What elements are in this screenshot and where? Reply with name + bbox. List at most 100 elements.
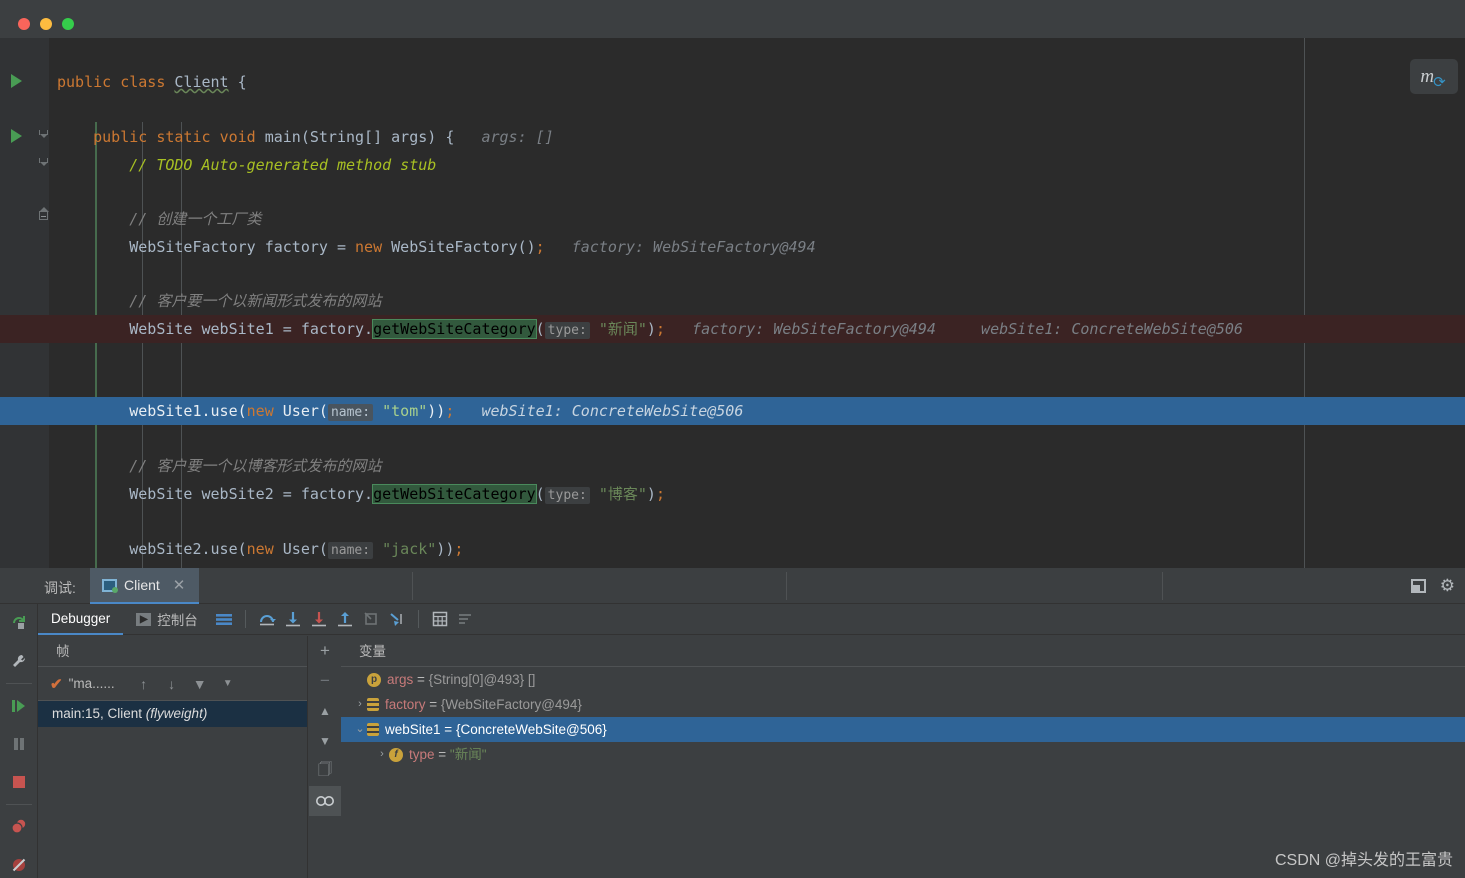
run-class-icon[interactable]	[11, 74, 22, 88]
close-tab-icon[interactable]: ✕	[173, 576, 186, 594]
thread-selector-label[interactable]: "ma......	[69, 676, 115, 691]
tab-separator	[412, 572, 413, 600]
tab-separator	[1162, 572, 1163, 600]
code-line[interactable]: public static void main(String[] args) {…	[49, 123, 1465, 151]
code-line[interactable]: WebSiteFactory factory = new WebSiteFact…	[49, 233, 1465, 261]
code-line[interactable]: WebSite webSite2 = factory.getWebSiteCat…	[49, 480, 1465, 508]
fold-gutter[interactable]	[36, 38, 49, 568]
code-line[interactable]: webSite2.use(new User(name: "jack"));	[49, 535, 1465, 563]
code-token: new	[246, 540, 283, 558]
code-line[interactable]: // 客户要一个以博客形式发布的网站	[49, 452, 1465, 480]
mute-breakpoints-icon[interactable]	[0, 846, 38, 878]
triangle-up-icon[interactable]: ▲	[309, 696, 341, 726]
window-traffic-lights	[18, 18, 74, 30]
force-step-into-icon[interactable]	[306, 604, 332, 635]
evaluate-expression-icon[interactable]	[427, 604, 453, 635]
code-token: static	[156, 128, 220, 146]
step-over-icon[interactable]	[254, 604, 280, 635]
code-token: WebSiteFactory factory =	[57, 238, 356, 256]
triangle-down-icon[interactable]: ▼	[309, 726, 341, 756]
code-token: public	[57, 73, 121, 91]
code-line[interactable]: // 创建一个工厂类	[49, 205, 1465, 233]
copy-icon[interactable]: 🗍	[309, 756, 341, 786]
filter-icon[interactable]	[453, 604, 479, 635]
step-out-icon[interactable]	[332, 604, 358, 635]
run-to-cursor-icon[interactable]	[384, 604, 410, 635]
chevron-down-icon[interactable]: ▼	[217, 678, 239, 689]
application-icon	[102, 578, 118, 593]
object-icon	[367, 698, 379, 711]
frame-row[interactable]: main:15, Client (flyweight)	[38, 701, 307, 727]
code-text-area[interactable]: public class Client { public static void…	[0, 38, 1465, 568]
variable-value: "新闻"	[449, 747, 487, 762]
variable-row[interactable]: p args = {String[0]@493} []	[341, 667, 1465, 692]
maximize-window-button[interactable]	[62, 18, 74, 30]
tab-console[interactable]: ▶ 控制台	[123, 604, 211, 635]
check-icon: ✔	[50, 675, 63, 693]
code-token: "jack"	[373, 540, 437, 558]
debugger-toolbar: Debugger ▶ 控制台	[38, 604, 1465, 635]
divider	[417, 610, 419, 628]
step-into-icon[interactable]	[280, 604, 306, 635]
field-icon: f	[389, 747, 403, 762]
code-token: args: []	[454, 128, 554, 146]
minimize-window-button[interactable]	[40, 18, 52, 30]
variable-name: webSite1	[385, 722, 441, 737]
gear-icon[interactable]: ⚙	[1440, 577, 1455, 594]
minus-icon[interactable]: −	[309, 666, 341, 696]
variables-tree[interactable]: p args = {String[0]@493} [] › factory = {We…	[341, 667, 1465, 767]
debug-window-label: 调试:	[44, 580, 76, 596]
code-line[interactable]: webSite1.use(new User(name: "tom")); web…	[0, 397, 1465, 425]
code-line[interactable]: // TODO Auto-generated method stub	[49, 151, 1465, 179]
refresh-icon: ⟳	[1433, 73, 1446, 91]
watches-icon[interactable]	[309, 786, 341, 816]
code-line[interactable]: WebSite webSite1 = factory.getWebSiteCat…	[0, 315, 1465, 343]
code-token: name:	[327, 404, 374, 421]
arrow-up-icon[interactable]: ↑	[133, 676, 155, 692]
chevron-right-icon[interactable]: ›	[375, 742, 389, 767]
drop-frame-icon[interactable]	[358, 604, 384, 635]
code-line[interactable]: // 客户要一个以新闻形式发布的网站	[49, 287, 1465, 315]
maven-reload-button[interactable]: m ⟳	[1410, 59, 1458, 94]
plus-icon[interactable]: +	[309, 636, 341, 666]
run-method-icon[interactable]	[11, 129, 22, 143]
fold-region-end-icon[interactable]	[39, 207, 49, 220]
variable-equals: =	[425, 697, 441, 712]
variable-row[interactable]: ⌄ webSite1 = {ConcreteWebSite@506}	[341, 717, 1465, 742]
tab-debugger[interactable]: Debugger	[38, 604, 124, 635]
code-token: ;	[655, 320, 665, 338]
run-gutter[interactable]	[0, 38, 36, 568]
code-token: ;	[454, 540, 464, 558]
funnel-icon[interactable]: ▼	[189, 676, 211, 692]
variable-row[interactable]: › factory = {WebSiteFactory@494}	[341, 692, 1465, 717]
variable-row[interactable]: › f type = "新闻"	[341, 742, 1465, 767]
code-token: webSite1: ConcreteWebSite@506	[454, 402, 744, 420]
code-token: type:	[544, 322, 590, 339]
debug-session-tab-client[interactable]: Client ✕	[90, 568, 200, 604]
rerun-icon[interactable]	[0, 604, 38, 642]
frame-list[interactable]: main:15, Client (flyweight)	[38, 701, 307, 727]
chevron-right-icon[interactable]: ›	[353, 692, 367, 717]
fold-region-icon[interactable]	[39, 158, 48, 166]
code-line[interactable]: public class Client {	[49, 68, 1465, 96]
wrench-icon[interactable]	[0, 642, 38, 680]
code-token: User(	[282, 540, 328, 558]
resume-program-icon[interactable]	[0, 687, 38, 725]
layout-icon[interactable]	[211, 604, 237, 635]
code-token: factory: WebSiteFactory@494	[544, 238, 816, 256]
code-editor[interactable]: public class Client { public static void…	[0, 38, 1465, 568]
close-window-button[interactable]	[18, 18, 30, 30]
pause-program-icon[interactable]	[0, 725, 38, 763]
chevron-down-icon[interactable]: ⌄	[353, 717, 367, 742]
debug-session-tab-label: Client	[124, 577, 160, 593]
restore-layout-icon[interactable]	[1410, 578, 1426, 593]
code-token: "tom"	[373, 402, 428, 420]
fold-region-start-icon[interactable]	[39, 130, 48, 138]
view-breakpoints-icon[interactable]	[0, 808, 38, 846]
frames-controls: ✔ "ma...... ↑ ↓ ▼ ▼	[38, 667, 307, 701]
arrow-down-icon[interactable]: ↓	[161, 676, 183, 692]
code-token: webSite1.use(	[57, 402, 247, 420]
stop-icon[interactable]	[0, 763, 38, 801]
frames-panel: 帧 ✔ "ma...... ↑ ↓ ▼ ▼ main:15, Client (f…	[38, 636, 308, 878]
code-token: (	[535, 485, 545, 503]
